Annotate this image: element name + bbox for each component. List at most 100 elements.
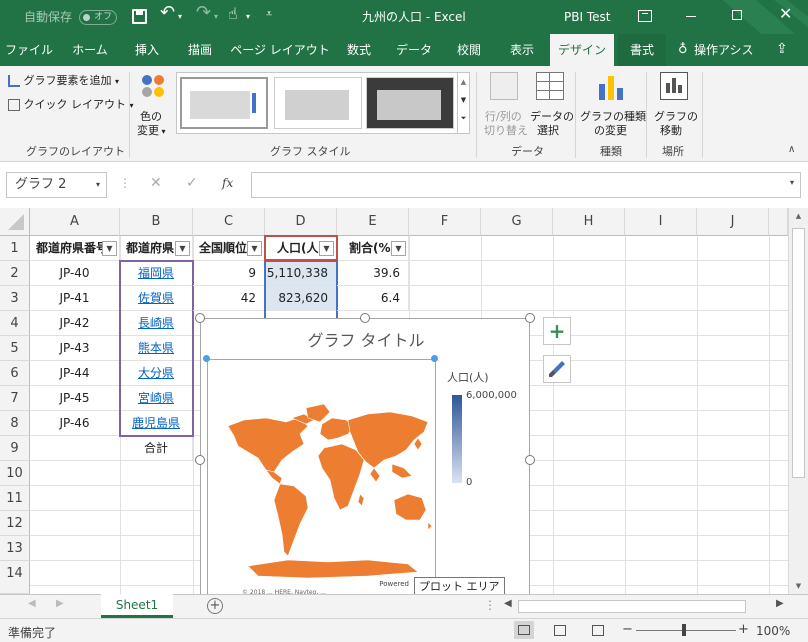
page-break-view-icon[interactable] xyxy=(592,625,604,636)
cancel-icon[interactable]: ✕ xyxy=(150,175,162,191)
scroll-right-icon[interactable]: ▶ xyxy=(776,598,784,609)
formula-input[interactable] xyxy=(251,172,801,198)
tab-format[interactable]: 書式 xyxy=(618,34,666,66)
header-cell-rank[interactable]: 全国順位 ▼ xyxy=(193,236,265,261)
chart-style-2[interactable] xyxy=(274,77,362,129)
header-cell-prefecture[interactable]: 都道府県 ▼ xyxy=(120,236,193,261)
map-chart[interactable]: グラフ タイトル Powered © 2018 ... HERE, Navteq… xyxy=(200,318,531,599)
sheet-nav-next-icon[interactable]: ▶ xyxy=(56,598,64,609)
ribbon-display-icon[interactable] xyxy=(638,10,652,22)
save-icon[interactable] xyxy=(132,9,147,24)
row-header[interactable]: 13 xyxy=(0,536,30,561)
zoom-slider-thumb[interactable] xyxy=(682,624,686,636)
close-icon[interactable]: ✕ xyxy=(779,6,792,22)
gallery-down-icon[interactable]: ▼ xyxy=(458,91,469,109)
resize-handle[interactable] xyxy=(525,455,535,465)
chart-style-1[interactable] xyxy=(180,77,268,129)
maximize-icon[interactable] xyxy=(732,10,742,20)
resize-handle[interactable] xyxy=(525,313,535,323)
redo-dropdown-icon[interactable]: ▾ xyxy=(214,9,218,25)
cell-total-label[interactable]: 合計 xyxy=(120,436,193,461)
enter-icon[interactable]: ✓ xyxy=(186,175,198,191)
cell-code[interactable]: JP-42 xyxy=(30,311,120,336)
vertical-scroll-thumb[interactable] xyxy=(792,228,805,478)
row-header[interactable]: 12 xyxy=(0,511,30,536)
chart-style-gallery[interactable]: ▲ ▼ ⏷ xyxy=(176,72,470,134)
plot-area-handle[interactable] xyxy=(203,355,210,362)
row-header[interactable]: 3 xyxy=(0,286,30,311)
gallery-up-icon[interactable]: ▲ xyxy=(458,73,469,91)
cell-rank[interactable]: 42 xyxy=(193,286,265,311)
row-header[interactable]: 6 xyxy=(0,361,30,386)
tab-draw[interactable]: 描画 xyxy=(176,34,224,66)
row-header[interactable]: 10 xyxy=(0,461,30,486)
chevron-down-icon[interactable]: ▾ xyxy=(96,173,100,197)
tab-review[interactable]: 校閲 xyxy=(446,34,492,66)
insert-function-icon[interactable]: fx xyxy=(222,176,233,190)
page-layout-view-icon[interactable] xyxy=(554,625,566,636)
row-header[interactable]: 9 xyxy=(0,436,30,461)
column-header-a[interactable]: A xyxy=(30,208,120,236)
cell-code[interactable]: JP-40 xyxy=(30,261,120,286)
chart-title[interactable]: グラフ タイトル xyxy=(201,327,531,351)
plot-area[interactable]: Powered © 2018 ... HERE, Navteq, ... xyxy=(207,359,436,599)
customize-icon[interactable]: ⩡ xyxy=(266,6,272,22)
change-colors-button[interactable]: 色の 変更 ▾ xyxy=(134,72,174,138)
collapse-ribbon-icon[interactable]: ∧ xyxy=(788,144,795,155)
undo-icon[interactable]: ↶ xyxy=(160,4,175,22)
column-header-i[interactable]: I xyxy=(625,208,697,236)
horizontal-scroll-thumb[interactable] xyxy=(518,600,746,613)
cell-code[interactable]: JP-43 xyxy=(30,336,120,361)
header-cell-ratio[interactable]: 割合(%) ▼ xyxy=(337,236,409,261)
column-header-j[interactable]: J xyxy=(697,208,769,236)
tab-formulas[interactable]: 数式 xyxy=(336,34,382,66)
column-header-c[interactable]: C xyxy=(193,208,265,236)
select-all-corner[interactable] xyxy=(0,208,30,236)
column-header-h[interactable]: H xyxy=(553,208,625,236)
sheet-tab-sheet1[interactable]: Sheet1 xyxy=(101,594,173,618)
account-name[interactable]: PBI Test xyxy=(564,9,610,25)
row-header[interactable]: 5 xyxy=(0,336,30,361)
tab-page-layout[interactable]: ページ レイアウト xyxy=(230,34,330,66)
switch-row-column-button[interactable]: 行/列の 切り替え xyxy=(482,72,528,138)
header-cell-code[interactable]: 都道府県番号 ▼ xyxy=(30,236,120,261)
autosave-toggle[interactable]: オフ xyxy=(79,10,117,25)
row-header[interactable]: 8 xyxy=(0,411,30,436)
name-box[interactable]: グラフ 2 ▾ xyxy=(6,172,107,198)
undo-dropdown-icon[interactable]: ▾ xyxy=(178,9,182,25)
plot-area-handle[interactable] xyxy=(431,355,438,362)
tab-file[interactable]: ファイル xyxy=(0,34,58,66)
column-header-b[interactable]: B xyxy=(120,208,193,236)
add-chart-element-button[interactable]: グラフ要素を追加 ▾ xyxy=(8,72,119,88)
scroll-up-icon[interactable]: ▲ xyxy=(789,212,808,220)
touch-mode-icon[interactable]: ☝ xyxy=(228,6,238,22)
change-chart-type-button[interactable]: グラフの種類 の変更 xyxy=(580,72,646,138)
filter-dropdown-icon[interactable]: ▼ xyxy=(102,241,117,256)
column-header-e[interactable]: E xyxy=(337,208,409,236)
tab-insert[interactable]: 挿入 xyxy=(122,34,172,66)
filter-dropdown-icon[interactable]: ▼ xyxy=(391,241,406,256)
resize-handle[interactable] xyxy=(360,313,370,323)
cell-code[interactable]: JP-46 xyxy=(30,411,120,436)
zoom-slider[interactable] xyxy=(636,630,736,631)
cell-code[interactable]: JP-44 xyxy=(30,361,120,386)
row-header[interactable]: 11 xyxy=(0,486,30,511)
chart-elements-plus-icon[interactable]: + xyxy=(543,317,571,345)
resize-handle[interactable] xyxy=(195,455,205,465)
vertical-scrollbar[interactable]: ▲ ▼ xyxy=(788,208,808,594)
tab-design[interactable]: デザイン xyxy=(550,34,614,66)
cell-ratio[interactable]: 6.4 xyxy=(337,286,409,311)
normal-view-icon[interactable] xyxy=(514,621,534,639)
resize-handle[interactable] xyxy=(195,313,205,323)
row-header[interactable]: 2 xyxy=(0,261,30,286)
cell-ratio[interactable]: 39.6 xyxy=(337,261,409,286)
filter-dropdown-icon[interactable]: ▼ xyxy=(247,241,262,256)
row-header[interactable]: 1 xyxy=(0,236,30,261)
chart-style-3[interactable] xyxy=(366,77,454,129)
move-chart-button[interactable]: グラフの 移動 xyxy=(652,72,698,138)
scroll-down-icon[interactable]: ▼ xyxy=(789,582,808,590)
gallery-scroll[interactable]: ▲ ▼ ⏷ xyxy=(457,73,469,133)
column-header-d[interactable]: D xyxy=(265,208,337,236)
filter-dropdown-icon[interactable]: ▼ xyxy=(175,241,190,256)
cell-code[interactable]: JP-45 xyxy=(30,386,120,411)
